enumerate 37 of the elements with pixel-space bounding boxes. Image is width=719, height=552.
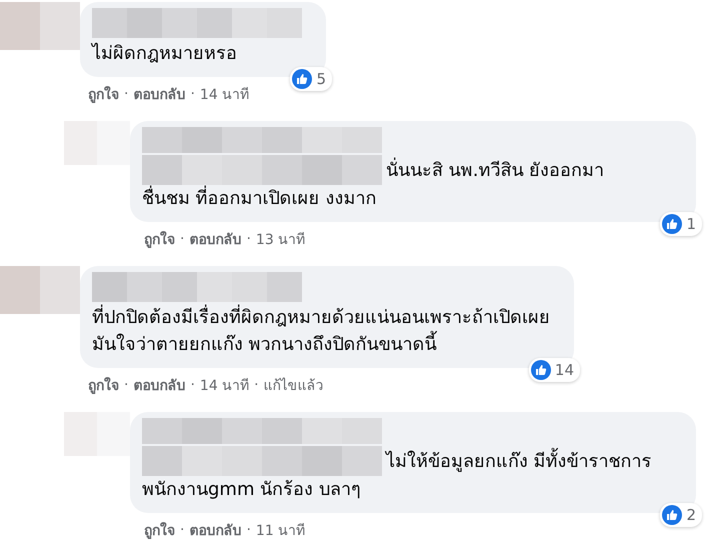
separator-dot: ·: [124, 86, 128, 102]
meta-text: แก้ไขแล้ว: [264, 376, 324, 396]
meta-text: 13 นาที: [256, 231, 306, 250]
action-link[interactable]: ตอบกลับ: [189, 228, 242, 250]
action-link[interactable]: ตอบกลับ: [189, 519, 242, 541]
action-link[interactable]: ถูกใจ: [88, 374, 119, 396]
comment-text: ที่ปกปิดต้องมีเรื่องที่ผิดกฎหมายด้วยแน่นอนเพราะถ้าเปิดเผย: [92, 304, 550, 331]
meta-text: 11 นาที: [256, 522, 306, 541]
comment-text: ไม่ผิดกฎหมายหรอ: [92, 42, 238, 66]
comment-text: ไม่ให้ข้อมูลยกแก๊ง มีทั้งข้าราชการ: [386, 448, 652, 474]
separator-dot: ·: [124, 377, 128, 393]
comment-text: นั่นนะสิ นพ.ทวีสิน ยังออกมา: [386, 156, 604, 182]
action-link[interactable]: ตอบกลับ: [133, 374, 186, 396]
comment-text: มันใจว่าตายยกแก๊ง พวกนางถึงปิดกันขนาดนี้: [92, 331, 550, 358]
comment-text: พนักงานgmm นักร้อง บลาๆ: [142, 478, 362, 502]
comment-text: ชื่นชม ที่ออกมาเปิดเผย งงมาก: [142, 185, 682, 212]
separator-dot: ·: [180, 522, 184, 538]
thumbs-up-icon: [662, 505, 682, 525]
reaction-count[interactable]: 5: [290, 67, 332, 91]
action-link[interactable]: ถูกใจ: [144, 519, 175, 541]
separator-dot: ·: [246, 522, 251, 538]
action-link[interactable]: ถูกใจ: [144, 228, 175, 250]
separator-dot: ·: [254, 377, 259, 393]
meta-text: 14 นาที: [200, 86, 250, 105]
separator-dot: ·: [180, 231, 184, 247]
meta-text: 14 นาที: [200, 377, 250, 396]
action-link[interactable]: ตอบกลับ: [133, 83, 186, 105]
action-link[interactable]: ถูกใจ: [88, 83, 119, 105]
separator-dot: ·: [190, 86, 195, 102]
reaction-count[interactable]: 2: [660, 503, 702, 527]
thumbs-up-icon: [292, 69, 312, 89]
thumbs-up-icon: [530, 360, 551, 380]
separator-dot: ·: [190, 377, 195, 393]
thumbs-up-icon: [662, 214, 682, 234]
separator-dot: ·: [246, 231, 251, 247]
reaction-count[interactable]: 1: [660, 212, 702, 236]
reaction-count[interactable]: 14: [528, 358, 580, 382]
